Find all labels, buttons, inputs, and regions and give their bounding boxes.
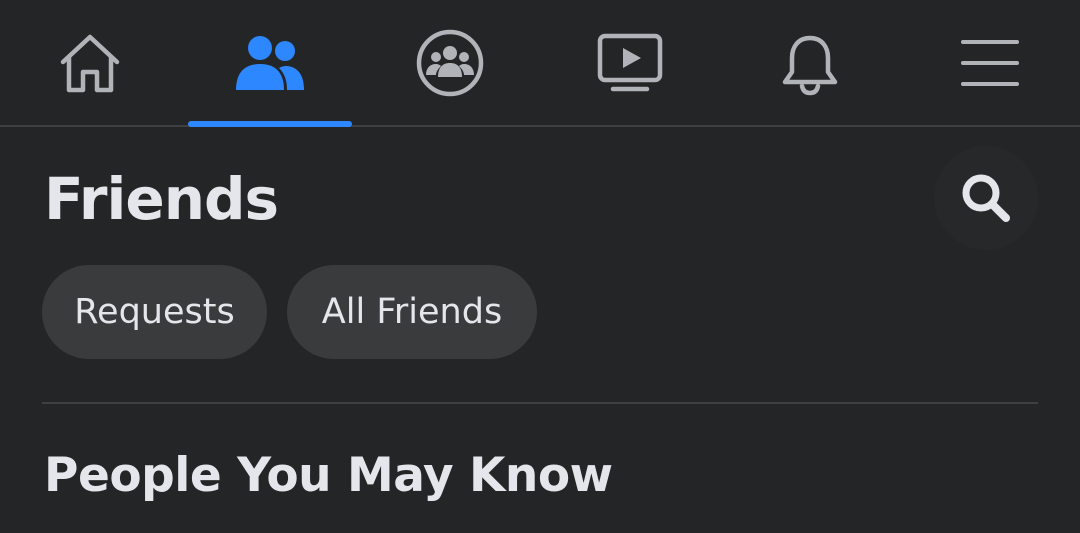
tab-groups[interactable] [360,0,540,125]
hamburger-menu-icon [961,39,1019,86]
friends-screen: Friends Requests All Friends People You … [0,0,1080,533]
tab-notifications[interactable] [720,0,900,125]
search-icon [962,174,1010,222]
groups-icon [416,29,484,96]
people-you-may-know-heading: People You May Know [44,448,613,503]
active-tab-indicator [188,121,352,127]
friends-icon [236,35,304,90]
divider [42,402,1038,404]
search-button[interactable] [934,146,1038,250]
requests-button[interactable]: Requests [42,265,267,359]
top-navigation-bar [0,0,1080,127]
tab-watch[interactable] [540,0,720,125]
tab-friends[interactable] [180,0,360,125]
all-friends-button[interactable]: All Friends [287,265,537,359]
page-title: Friends [44,165,279,233]
tab-home[interactable] [0,0,180,125]
video-icon [597,33,663,91]
tab-menu[interactable] [900,0,1080,125]
home-icon [60,34,120,92]
bell-icon [782,31,838,95]
